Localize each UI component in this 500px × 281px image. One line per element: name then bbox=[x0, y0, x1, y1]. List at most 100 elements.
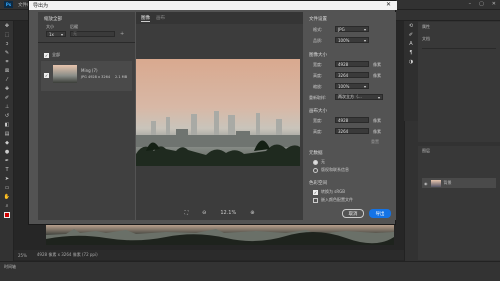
select-all-label: 全部 bbox=[52, 52, 60, 57]
panel-icon-strip: ⟲ ✐ A ¶ ◑ bbox=[404, 21, 418, 121]
embed-profile-label: 嵌入颜色配置文件 bbox=[321, 197, 353, 202]
zoom-out-icon[interactable]: ⊖ bbox=[202, 210, 206, 216]
export-as-dialog: 导出为 ✕ 缩放全部 大小 后缀 1x ▾ 无 + ✓ 全部 ✓ Ming (7) … bbox=[28, 0, 397, 225]
select-all-row[interactable]: ✓ 全部 bbox=[44, 52, 60, 58]
history-brush-icon[interactable]: ↺ bbox=[2, 112, 12, 120]
adjust-icon[interactable]: ◑ bbox=[406, 58, 416, 66]
format-select[interactable]: JPG ▾ bbox=[335, 26, 369, 32]
chevron-down-icon: ▾ bbox=[377, 94, 380, 100]
preview-tab-bar: 图像 画布 bbox=[136, 12, 303, 24]
format-label: 格式: bbox=[313, 27, 323, 32]
metadata-copyright-option[interactable]: 版权和联系信息 bbox=[313, 167, 349, 173]
height-input[interactable]: 3264 bbox=[335, 72, 369, 78]
scale-value: 100% bbox=[338, 83, 350, 89]
hand-tool-icon[interactable]: ✋ bbox=[2, 193, 12, 201]
metadata-none-label: 无 bbox=[321, 159, 325, 164]
metadata-none-option[interactable]: 无 bbox=[313, 159, 325, 165]
settings-pane: 文件设置 格式: JPG ▾ 品质: 100% ▾ 图像大小 宽度: 4928 像素… bbox=[303, 12, 396, 220]
frame-tool-icon[interactable]: ⊠ bbox=[2, 67, 12, 75]
brush-settings-icon[interactable]: ✐ bbox=[406, 31, 416, 39]
tab-image[interactable]: 图像 bbox=[141, 15, 150, 22]
lasso-tool-icon[interactable]: ↄ bbox=[2, 40, 12, 48]
export-button[interactable]: 导出 bbox=[369, 209, 391, 218]
history-icon[interactable]: ⟲ bbox=[406, 22, 416, 30]
add-scale-icon[interactable]: + bbox=[120, 31, 124, 37]
suffix-header: 后缀 bbox=[70, 24, 78, 29]
scale-select-value: 1x bbox=[49, 31, 54, 37]
timeline-panel: 时间轴 bbox=[0, 261, 500, 281]
asset-meta: JPG 4928 x 3264 bbox=[81, 75, 111, 79]
canvas-width-input[interactable]: 4928 bbox=[335, 117, 369, 123]
metadata-copyright-label: 版权和联系信息 bbox=[321, 167, 349, 172]
asset-name: Ming (7) bbox=[81, 68, 98, 73]
zoom-tool-icon[interactable]: ⌕ bbox=[2, 202, 12, 210]
shape-tool-icon[interactable]: ▭ bbox=[2, 184, 12, 192]
scale-select[interactable]: 100% ▾ bbox=[335, 83, 369, 89]
close-window-icon[interactable]: ✕ bbox=[492, 1, 496, 7]
select-all-checkbox[interactable]: ✓ bbox=[44, 52, 49, 58]
divider bbox=[38, 42, 135, 43]
dialog-title: 导出为 bbox=[33, 3, 49, 9]
status-bar: 25% 4928 像素 x 3264 像素 (72 ppi) bbox=[14, 250, 404, 260]
pen-tool-icon[interactable]: ✒ bbox=[2, 157, 12, 165]
suffix-input[interactable]: 无 bbox=[70, 31, 115, 37]
eyedropper-icon[interactable]: ⁄ bbox=[2, 76, 12, 84]
asset-list-pane: 缩放全部 大小 后缀 1x ▾ 无 + ✓ 全部 ✓ Ming (7) JPG 49… bbox=[38, 12, 135, 220]
chevron-down-icon: ▾ bbox=[363, 83, 366, 89]
height-unit: 像素 bbox=[373, 73, 381, 78]
timeline-label: 时间轴 bbox=[4, 264, 16, 269]
scale-label: 缩放: bbox=[313, 84, 323, 89]
blur-tool-icon[interactable]: ◆ bbox=[2, 139, 12, 147]
status-zoom: 25% bbox=[18, 252, 27, 258]
scale-all-label: 缩放全部 bbox=[44, 17, 62, 22]
tab-canvas[interactable]: 画布 bbox=[156, 15, 165, 21]
type-tool-icon[interactable]: T bbox=[2, 166, 12, 174]
embed-profile-checkbox[interactable] bbox=[313, 197, 318, 203]
dialog-title-bar: 导出为 bbox=[29, 1, 397, 10]
color-swatch[interactable] bbox=[2, 211, 12, 219]
scale-select[interactable]: 1x ▾ bbox=[46, 31, 66, 37]
gradient-tool-icon[interactable]: ▤ bbox=[2, 130, 12, 138]
eraser-icon[interactable]: ◧ bbox=[2, 121, 12, 129]
layer-name: 背景 bbox=[443, 180, 452, 185]
properties-fields bbox=[422, 48, 496, 88]
reset-button[interactable]: 重置 bbox=[371, 139, 379, 145]
brush-tool-icon[interactable]: ✐ bbox=[2, 94, 12, 102]
width-input[interactable]: 4928 bbox=[335, 61, 369, 67]
healing-brush-icon[interactable]: ✚ bbox=[2, 85, 12, 93]
dodge-tool-icon[interactable]: ● bbox=[2, 148, 12, 156]
character-icon[interactable]: A bbox=[406, 40, 416, 48]
marquee-tool-icon[interactable]: ⬚ bbox=[2, 31, 12, 39]
dialog-close-icon[interactable]: ✕ bbox=[386, 1, 391, 8]
preview-cityscape bbox=[136, 111, 300, 166]
cancel-button[interactable]: 取消 bbox=[342, 209, 364, 218]
fit-icon[interactable]: ⛶ bbox=[185, 210, 189, 216]
layers-title: 图层 bbox=[422, 148, 430, 153]
maximize-icon[interactable]: ▢ bbox=[479, 1, 484, 7]
quick-select-icon[interactable]: ✎ bbox=[2, 49, 12, 57]
srgb-checkbox[interactable]: ✓ bbox=[313, 189, 318, 195]
path-select-icon[interactable]: ➤ bbox=[2, 175, 12, 183]
layer-row[interactable]: ◉ 背景 bbox=[422, 178, 496, 188]
embed-profile-option[interactable]: 嵌入颜色配置文件 bbox=[313, 197, 353, 203]
status-doc-info: 4928 像素 x 3264 像素 (72 ppi) bbox=[36, 252, 98, 257]
quality-select[interactable]: 100% ▾ bbox=[335, 37, 369, 43]
width-unit: 像素 bbox=[373, 62, 381, 67]
paragraph-icon[interactable]: ¶ bbox=[406, 49, 416, 57]
stamp-tool-icon[interactable]: ⊥ bbox=[2, 103, 12, 111]
asset-item[interactable]: ✓ Ming (7) JPG 4928 x 3264 2.1 MB bbox=[41, 61, 132, 91]
move-tool-icon[interactable]: ✥ bbox=[2, 22, 12, 30]
properties-doc-label: 文档 bbox=[422, 36, 430, 41]
metadata-copyright-radio[interactable] bbox=[313, 167, 318, 173]
resample-select[interactable]: 两次立方（... ▾ bbox=[335, 94, 383, 100]
resample-label: 重新取样: bbox=[309, 95, 327, 100]
zoom-in-icon[interactable]: ⊕ bbox=[250, 210, 254, 216]
metadata-none-radio[interactable] bbox=[313, 159, 318, 165]
eye-icon[interactable]: ◉ bbox=[424, 181, 428, 186]
canvas-height-input[interactable]: 3264 bbox=[335, 128, 369, 134]
minimize-icon[interactable]: – bbox=[469, 1, 472, 7]
canvas-height-unit: 像素 bbox=[373, 129, 381, 134]
asset-checkbox[interactable]: ✓ bbox=[44, 73, 49, 78]
srgb-option[interactable]: ✓ 转换为 sRGB bbox=[313, 189, 345, 195]
crop-tool-icon[interactable]: ⌗ bbox=[2, 58, 12, 66]
